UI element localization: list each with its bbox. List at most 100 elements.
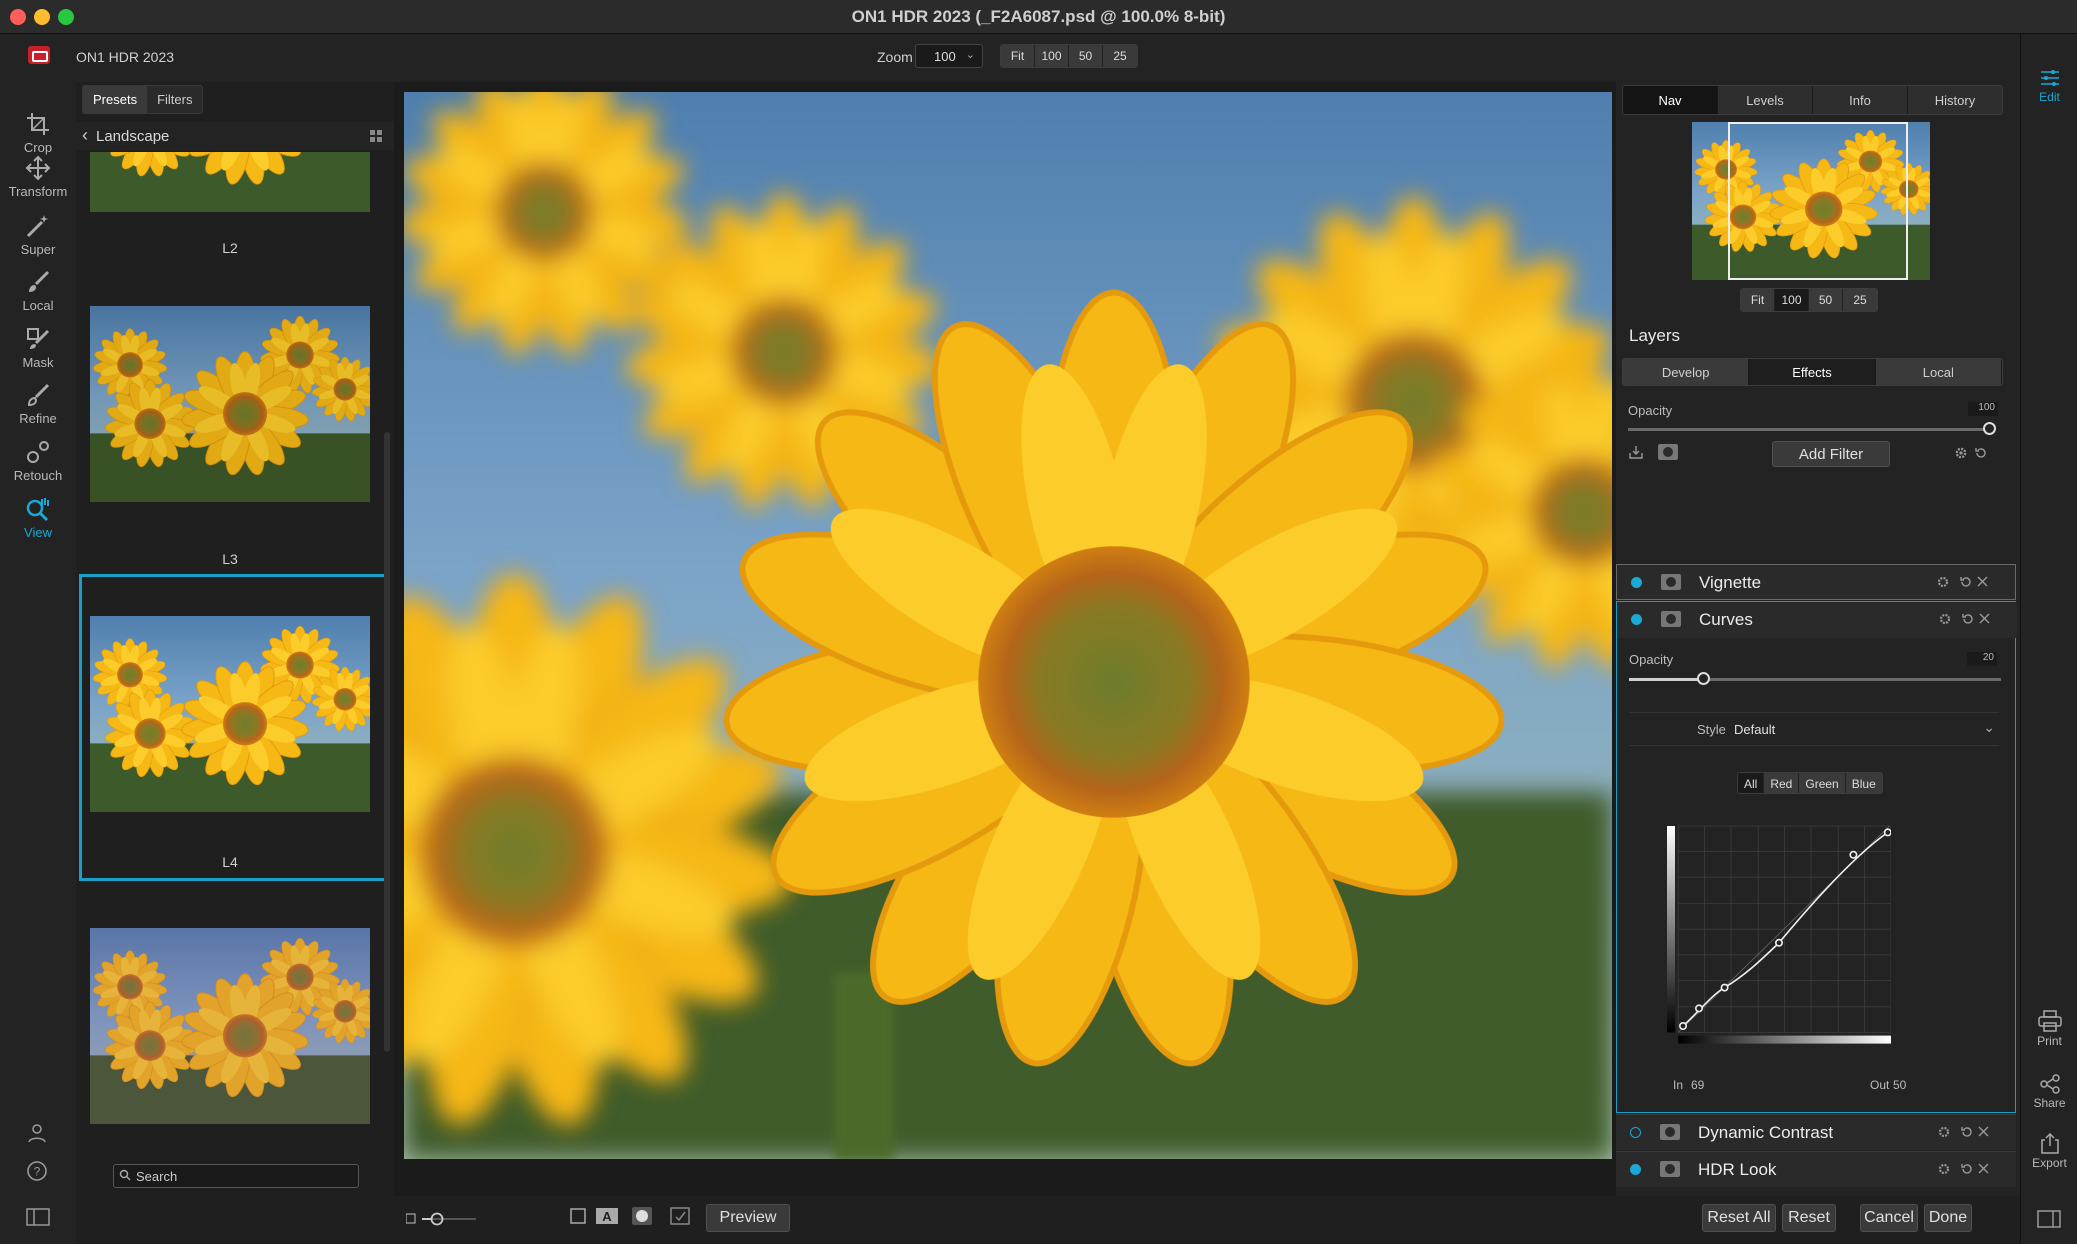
top-toolbar: ON1 HDR 2023 Zoom 100 ⌄ Fit 100 50 25 bbox=[0, 34, 2077, 82]
filter-enabled-toggle[interactable] bbox=[1631, 614, 1642, 625]
curves-header-row[interactable]: Curves bbox=[1617, 602, 2017, 638]
tab-nav[interactable]: Nav bbox=[1623, 86, 1718, 114]
preset-thumbnail-l2[interactable]: L2 bbox=[90, 152, 370, 272]
compare-icon[interactable] bbox=[670, 1207, 690, 1225]
gear-icon[interactable] bbox=[1954, 446, 1968, 460]
tool-transform[interactable]: Transform bbox=[0, 154, 76, 199]
filter-enabled-toggle[interactable] bbox=[1630, 1164, 1641, 1175]
search-input[interactable]: Search bbox=[136, 1169, 177, 1184]
overlay-square-icon[interactable] bbox=[570, 1208, 586, 1224]
module-edit[interactable]: Edit bbox=[2021, 68, 2077, 104]
chevron-left-icon[interactable]: ‹ bbox=[82, 125, 88, 146]
zoom-select[interactable]: 100 ⌄ bbox=[915, 44, 983, 68]
tool-mask[interactable]: Mask bbox=[0, 325, 76, 370]
navigator-preview[interactable] bbox=[1692, 122, 1930, 280]
brush-size-slider[interactable] bbox=[406, 1210, 476, 1228]
tool-crop[interactable]: Crop bbox=[0, 110, 76, 155]
tool-retouch[interactable]: Retouch bbox=[0, 438, 76, 483]
filter-mask-icon[interactable] bbox=[1661, 611, 1681, 627]
tab-info[interactable]: Info bbox=[1813, 86, 1908, 114]
filter-actions-icon[interactable] bbox=[1936, 1161, 1996, 1177]
browser-scrollbar[interactable] bbox=[384, 432, 390, 1052]
filter-actions-icon[interactable] bbox=[1936, 1124, 1996, 1140]
module-label: Export bbox=[2032, 1156, 2067, 1170]
channel-all-button[interactable]: All bbox=[1738, 773, 1765, 793]
help-icon[interactable]: ? bbox=[26, 1160, 48, 1182]
reset-all-button[interactable]: Reset All bbox=[1702, 1204, 1776, 1232]
share-icon bbox=[2039, 1074, 2060, 1094]
tab-filters[interactable]: Filters bbox=[147, 86, 203, 113]
preset-thumbnail-next[interactable] bbox=[90, 928, 370, 1124]
zoom-fit-button[interactable]: Fit bbox=[1001, 45, 1035, 67]
tab-develop[interactable]: Develop bbox=[1623, 359, 1750, 385]
filter-vignette[interactable]: Vignette bbox=[1616, 564, 2016, 600]
channel-green-button[interactable]: Green bbox=[1799, 773, 1846, 793]
preset-search-field[interactable]: Search bbox=[113, 1164, 359, 1188]
zoom-50-button[interactable]: 50 bbox=[1069, 45, 1103, 67]
toggle-right-panel-icon[interactable] bbox=[2037, 1210, 2061, 1228]
zoom-25-button[interactable]: 25 bbox=[1103, 45, 1137, 67]
preset-thumbnail-l4[interactable]: L4 bbox=[90, 616, 370, 878]
style-select[interactable]: Style Default ⌄ bbox=[1629, 712, 1999, 746]
nav-zoom-fit-button[interactable]: Fit bbox=[1741, 289, 1775, 311]
nav-zoom-25-button[interactable]: 25 bbox=[1843, 289, 1877, 311]
done-button[interactable]: Done bbox=[1924, 1204, 1972, 1232]
curves-opacity-value[interactable]: 20 bbox=[1967, 652, 1997, 666]
filter-enabled-toggle[interactable] bbox=[1630, 1127, 1641, 1138]
browser-tabs: Presets Filters bbox=[82, 85, 204, 114]
tab-local[interactable]: Local bbox=[1875, 359, 2002, 385]
tab-levels[interactable]: Levels bbox=[1718, 86, 1813, 114]
module-tabs: Develop Effects Local bbox=[1622, 358, 2003, 386]
breadcrumb[interactable]: ‹ Landscape bbox=[76, 122, 394, 150]
nav-zoom-100-button[interactable]: 100 bbox=[1775, 289, 1809, 311]
navigator-viewport[interactable] bbox=[1728, 122, 1908, 280]
grid-view-icon[interactable] bbox=[370, 130, 382, 142]
reset-button[interactable]: Reset bbox=[1782, 1204, 1836, 1232]
module-share[interactable]: Share bbox=[2021, 1074, 2077, 1110]
channel-blue-button[interactable]: Blue bbox=[1845, 773, 1882, 793]
tab-history[interactable]: History bbox=[1908, 86, 2002, 114]
filter-dynamic-contrast[interactable]: Dynamic Contrast bbox=[1616, 1114, 2016, 1150]
mask-view-icon[interactable] bbox=[632, 1207, 652, 1225]
channel-red-button[interactable]: Red bbox=[1764, 773, 1800, 793]
layer-opacity-slider[interactable] bbox=[1628, 428, 1990, 431]
filter-mask-icon[interactable] bbox=[1660, 1124, 1680, 1140]
app-name: ON1 HDR 2023 bbox=[76, 49, 175, 65]
layer-mask-down-icon[interactable] bbox=[1628, 444, 1644, 460]
tool-local[interactable]: Local bbox=[0, 268, 76, 313]
toggle-left-panel-icon[interactable] bbox=[26, 1208, 50, 1226]
tool-super[interactable]: Super bbox=[0, 212, 76, 257]
filter-actions-icon[interactable] bbox=[1935, 574, 1995, 590]
curves-opacity-knob[interactable] bbox=[1697, 672, 1711, 685]
layer-opacity-knob[interactable] bbox=[1983, 422, 1996, 435]
cancel-button[interactable]: Cancel bbox=[1860, 1204, 1918, 1232]
image-canvas[interactable] bbox=[394, 82, 1616, 1182]
module-export[interactable]: Export bbox=[2021, 1132, 2077, 1170]
magic-wand-icon bbox=[26, 215, 48, 238]
main-photo bbox=[404, 92, 1612, 1159]
nav-zoom-50-button[interactable]: 50 bbox=[1809, 289, 1843, 311]
zoom-100-button[interactable]: 100 bbox=[1035, 45, 1069, 67]
filter-enabled-toggle[interactable] bbox=[1631, 577, 1642, 588]
tab-effects[interactable]: Effects bbox=[1749, 359, 1876, 385]
tool-view[interactable]: View bbox=[0, 495, 76, 540]
tab-presets[interactable]: Presets bbox=[83, 86, 148, 113]
user-icon[interactable] bbox=[26, 1122, 48, 1144]
style-value: Default bbox=[1734, 722, 1776, 737]
layer-mask-icon[interactable] bbox=[1658, 444, 1678, 460]
filter-actions-icon[interactable] bbox=[1937, 611, 1997, 627]
module-print[interactable]: Print bbox=[2021, 1010, 2077, 1048]
preset-image bbox=[90, 152, 370, 212]
preview-button[interactable]: Preview bbox=[706, 1204, 790, 1232]
layer-opacity-value[interactable]: 100 bbox=[1968, 402, 1998, 416]
tool-refine[interactable]: Refine bbox=[0, 381, 76, 426]
filter-mask-icon[interactable] bbox=[1661, 574, 1681, 590]
preset-thumbnail-l3[interactable]: L3 bbox=[90, 306, 370, 576]
add-filter-button[interactable]: Add Filter bbox=[1772, 441, 1890, 467]
overlay-text-icon[interactable]: A bbox=[596, 1208, 618, 1224]
curve-editor[interactable] bbox=[1667, 798, 1891, 1078]
filter-hdr-look[interactable]: HDR Look bbox=[1616, 1151, 2016, 1187]
curves-header[interactable]: Curves bbox=[1617, 602, 2017, 638]
reset-icon[interactable] bbox=[1974, 446, 1988, 460]
filter-mask-icon[interactable] bbox=[1660, 1161, 1680, 1177]
